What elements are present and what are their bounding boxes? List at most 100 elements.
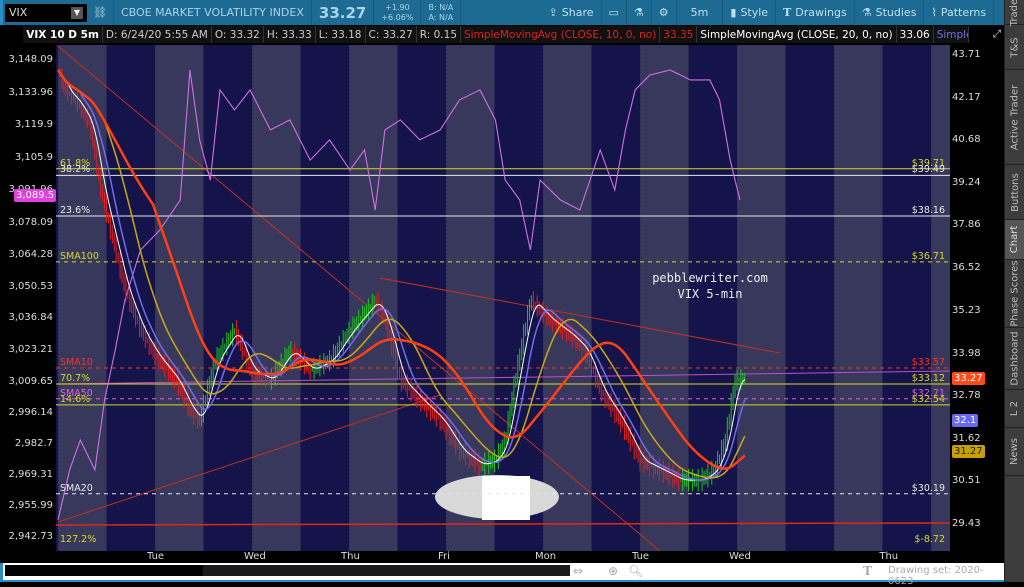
scrollbar-thumb[interactable] (5, 565, 203, 576)
drawing-set-selector[interactable]: Drawing set: 2020-0623 (888, 565, 1004, 587)
sidebar-tab-active-trader[interactable]: Active Trader (1005, 70, 1024, 165)
watermark-line1: pebblewriter.com (652, 271, 768, 285)
left-axis-tick: 3,119.9 (14, 119, 53, 131)
left-axis-tick: 2,996.14 (8, 406, 53, 418)
left-axis-tick: 3,036.84 (8, 312, 53, 324)
sidebar-tab-trade[interactable]: Trade (1005, 0, 1024, 26)
sidebar-tab-buttons[interactable]: Buttons (1005, 165, 1024, 220)
sma-yellow-bubble: 31.27 (952, 445, 985, 459)
level-left-label: 127.2% (60, 534, 97, 545)
sidebar-tab-dashboard[interactable]: Dashboard (1005, 328, 1024, 390)
time-axis-tick: Tue (147, 551, 165, 562)
level-left-label: 38.2% (60, 164, 91, 176)
level-left-label: SMA10 (60, 356, 93, 368)
right-axis-tick: 29.43 (952, 518, 981, 529)
sidebar-tab-phase-scores[interactable]: Phase Scores (1005, 260, 1024, 328)
text-icon[interactable]: T (863, 564, 872, 578)
spx-last-bubble: 3,089.5 (14, 189, 57, 203)
sidebar-tab-news[interactable]: News (1005, 428, 1024, 476)
time-axis-tick: Wed (244, 551, 266, 562)
watermark-line2: VIX 5-min (677, 287, 743, 301)
sidebar-tab-chart[interactable]: Chart (1005, 220, 1024, 260)
level-right-label: $33.12 (911, 372, 945, 384)
time-axis: Tue Wed Thu Fri Mon Tue Wed Thu (0, 551, 1004, 563)
sma-blue-bubble: 32.1 (952, 414, 979, 428)
session-band (252, 45, 301, 551)
left-axis-tick: 3,064.28 (8, 248, 53, 260)
pan-icon[interactable]: ⇔ (573, 564, 583, 578)
session-band (785, 45, 834, 551)
sidebar-tab-label: Dashboard (1009, 331, 1021, 386)
level-right-label: $32.54 (911, 393, 945, 405)
left-axis-tick: 3,105.9 (14, 151, 53, 163)
left-axis-tick: 2,955.99 (8, 500, 53, 512)
level-left-label: 23.6% (60, 204, 91, 216)
session-band (300, 45, 349, 551)
sidebar-tab-label: Chart (1009, 225, 1021, 254)
right-axis-tick: 35.23 (952, 304, 981, 316)
session-band (397, 45, 446, 551)
level-left-label: SMA100 (60, 250, 99, 262)
horizontal-scrollbar[interactable] (5, 565, 570, 576)
watermark: pebblewriter.com VIX 5-min (640, 270, 780, 302)
session-band (349, 45, 398, 551)
level-right-label: $38.16 (911, 204, 945, 216)
level-right-label: $33.57 (911, 356, 945, 368)
session-band (58, 45, 107, 551)
time-axis-tick: Wed (729, 551, 751, 562)
right-axis-tick: 42.17 (952, 91, 981, 103)
sidebar-tab-label: Active Trader (1009, 84, 1021, 150)
sidebar-tab-t-s[interactable]: T&S (1005, 25, 1024, 70)
session-band (155, 45, 204, 551)
level-right-label: $-8.72 (914, 534, 945, 545)
right-axis-tick: 43.71 (952, 49, 981, 60)
level-left-label: SMA20 (60, 482, 93, 494)
level-left-label: 14.6% (60, 393, 91, 405)
zoom-icon[interactable]: 🔍︎ (628, 564, 643, 578)
sidebar-tab-l-2[interactable]: L 2 (1005, 390, 1024, 428)
chart-plot[interactable] (0, 0, 1004, 582)
sidebar-tab-label: News (1009, 437, 1021, 466)
left-axis-tick: 3,023.21 (8, 344, 53, 356)
session-band (591, 45, 640, 551)
time-axis-tick: Tue (632, 551, 650, 562)
right-axis-tick: 31.62 (952, 432, 981, 444)
level-right-label: $39.49 (911, 164, 945, 176)
time-axis-tick: Fri (438, 551, 450, 562)
level-right-label: $36.71 (911, 250, 945, 262)
session-band (543, 45, 592, 551)
sidebar-tab-label: Buttons (1009, 172, 1021, 212)
left-axis-tick: 3,078.09 (8, 216, 53, 228)
time-axis-tick: Thu (341, 551, 360, 562)
left-axis-tick: 2,969.31 (8, 469, 53, 481)
left-axis-tick: 3,009.65 (8, 375, 53, 387)
session-band (882, 45, 931, 551)
sidebar-tab-label: T&S (1009, 36, 1021, 58)
left-axis-tick: 2,982.7 (14, 438, 53, 450)
sidebar-tab-label: Trade (1009, 0, 1021, 26)
sidebar-tab-label: L 2 (1009, 400, 1021, 417)
right-axis-tick: 37.86 (952, 219, 981, 231)
left-axis-tick: 3,148.09 (8, 54, 53, 65)
left-axis-tick: 2,942.73 (8, 531, 53, 542)
right-axis-tick: 40.68 (952, 134, 981, 146)
right-sidebar: Trade T&S Active Trader Buttons Chart Phase S… (1004, 0, 1024, 582)
right-axis-tick: 32.78 (952, 390, 981, 402)
highlight-rect (482, 476, 530, 520)
left-axis-tick: 3,133.96 (8, 86, 53, 98)
session-band (203, 45, 252, 551)
right-axis-tick: 30.51 (952, 475, 981, 487)
level-right-label: $30.19 (911, 482, 945, 494)
session-band (834, 45, 883, 551)
bottom-bar: ⇔ ⊕ 🔍︎ T Drawing set: 2020-0623 (0, 563, 1004, 587)
left-axis-tick: 3,050.53 (8, 280, 53, 292)
right-axis-tick: 36.52 (952, 262, 981, 274)
time-axis-tick: Thu (879, 551, 899, 562)
right-axis-tick: 33.98 (952, 347, 981, 359)
vix-last-bubble: 33.27 (952, 371, 985, 385)
time-axis-tick: Mon (535, 551, 557, 562)
level-left-label: 70.7% (60, 372, 91, 384)
crosshair-icon[interactable]: ⊕ (608, 564, 618, 578)
right-axis-tick: 39.24 (952, 176, 981, 188)
sidebar-tab-label: Phase Scores (1009, 260, 1021, 327)
